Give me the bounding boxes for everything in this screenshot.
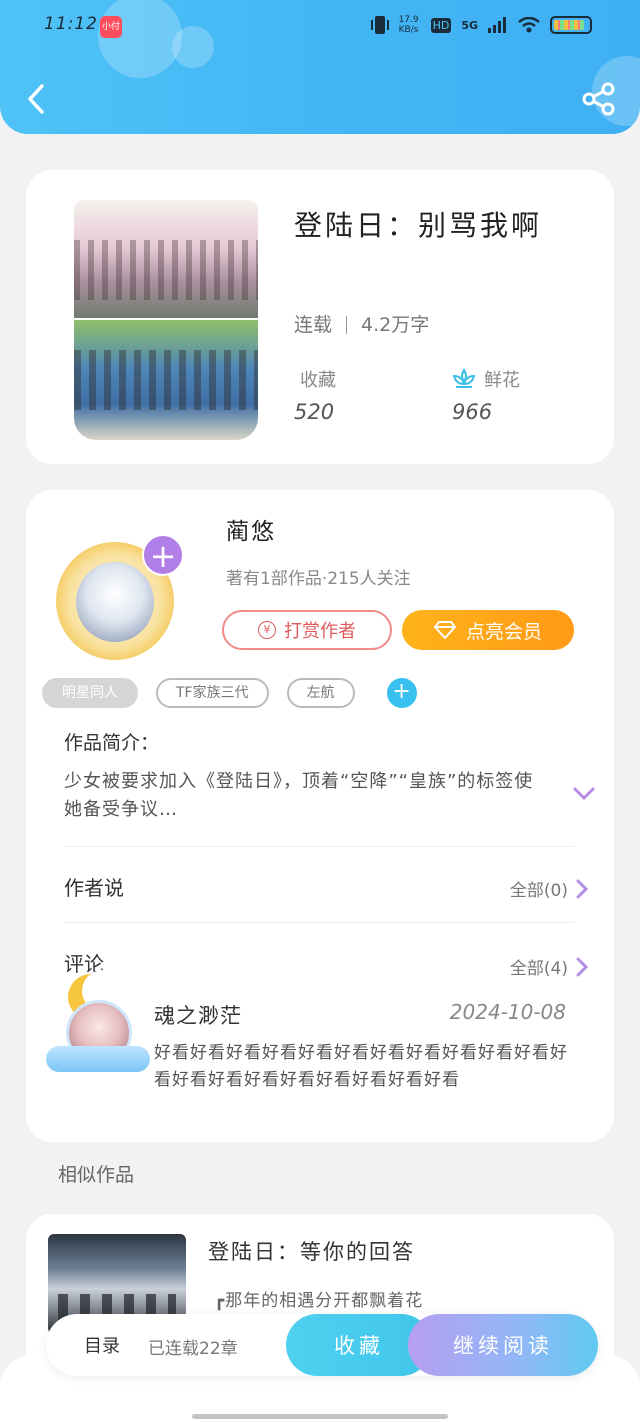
chevron-right-icon bbox=[576, 957, 588, 976]
continue-reading-button[interactable]: 继续阅读 bbox=[408, 1314, 598, 1376]
cover-photo-bottom bbox=[74, 320, 258, 440]
divider bbox=[64, 846, 574, 847]
book-status: 连载 bbox=[294, 314, 333, 336]
author-says-all[interactable]: 全部(0) bbox=[510, 876, 588, 901]
home-indicator[interactable] bbox=[192, 1414, 448, 1419]
toc-button[interactable]: 目录 bbox=[84, 1332, 120, 1358]
book-info-card: 登陆日：别骂我啊 连载 4.2万字 收藏 520 鲜花 966 bbox=[26, 170, 614, 464]
comment-date: 2024-10-08 bbox=[449, 1000, 566, 1024]
word-count: 4.2万字 bbox=[361, 314, 430, 336]
tag-item[interactable]: 左航 bbox=[286, 678, 355, 708]
diamond-icon bbox=[433, 621, 456, 639]
chevron-right-icon bbox=[576, 879, 588, 898]
coin-icon: ¥ bbox=[258, 621, 276, 639]
add-tag-icon[interactable]: + bbox=[386, 678, 417, 708]
bottom-action-bar: 目录 已连载22章 收藏 继续阅读 bbox=[46, 1314, 598, 1376]
cloud-icon bbox=[46, 1046, 150, 1072]
similar-title: 登陆日：等你的回答 bbox=[208, 1240, 415, 1264]
favorites-label: 收藏 bbox=[300, 370, 336, 391]
flowers-stat: 鲜花 bbox=[452, 366, 520, 392]
chevron-down-icon[interactable] bbox=[572, 786, 596, 802]
flowers-value: 966 bbox=[452, 400, 493, 424]
comments-all[interactable]: 全部(4) bbox=[510, 954, 588, 979]
author-says-label: 作者说 bbox=[64, 876, 124, 900]
similar-label: 相似作品 bbox=[58, 1164, 135, 1186]
follow-plus-icon[interactable]: + bbox=[142, 534, 184, 576]
divider bbox=[64, 922, 574, 923]
status-time: 11:12 bbox=[44, 14, 98, 34]
intro-label: 作品简介： bbox=[64, 732, 160, 754]
status-icons: 17.9 KB/s HD 5G bbox=[370, 14, 592, 36]
wifi-icon bbox=[518, 17, 540, 33]
vip-label: 点亮会员 bbox=[465, 620, 542, 643]
net-speed: 17.9 KB/s bbox=[398, 15, 419, 35]
favorites-value: 520 bbox=[294, 400, 335, 424]
comment-text: 好看好看好看好看好看好看好看好看好看好看好看好看好看好看好看好看好看好看好看好看 bbox=[154, 1043, 568, 1090]
hd-badge: HD bbox=[430, 17, 452, 33]
share-icon[interactable] bbox=[582, 82, 616, 116]
reward-author-button[interactable]: ¥ 打赏作者 bbox=[222, 610, 392, 650]
app-badge: 小付 bbox=[100, 16, 122, 38]
tag-item[interactable]: TF家族三代 bbox=[156, 678, 269, 708]
vip-button[interactable]: 点亮会员 bbox=[402, 610, 574, 650]
author-info: 著有1部作品·215人关注 bbox=[226, 569, 411, 589]
comments-count: 全部(4) bbox=[509, 959, 568, 979]
serial-count[interactable]: 已连载22章 bbox=[148, 1334, 238, 1359]
signal-icon bbox=[488, 17, 506, 33]
reward-label: 打赏作者 bbox=[284, 621, 356, 642]
status-bar: 11:12 小付 17.9 KB/s HD 5G bbox=[0, 8, 640, 42]
flowers-label: 鲜花 bbox=[484, 370, 520, 391]
header-bar: 11:12 小付 17.9 KB/s HD 5G bbox=[0, 0, 640, 134]
vibrate-icon bbox=[370, 16, 389, 34]
author-card: + 蔺悠 著有1部作品·215人关注 ¥ 打赏作者 点亮会员 明星同人 TF家族… bbox=[26, 490, 614, 1142]
battery-icon bbox=[550, 16, 592, 34]
avatar bbox=[76, 562, 154, 642]
book-meta: 连载 4.2万字 bbox=[294, 310, 429, 337]
intro-text: 少女被要求加入《登陆日》，顶着“空降”“皇族”的标签使她备受争议… bbox=[64, 771, 534, 820]
author-name[interactable]: 蔺悠 bbox=[226, 512, 276, 546]
tag-list: 明星同人 TF家族三代 左航 + bbox=[42, 678, 417, 708]
lotus-icon bbox=[452, 368, 476, 388]
book-cover[interactable] bbox=[74, 200, 258, 440]
commenter-avatar[interactable] bbox=[40, 970, 150, 1074]
author-avatar[interactable]: + bbox=[50, 534, 188, 664]
cover-photo-top bbox=[74, 200, 258, 318]
network-type: 5G bbox=[461, 18, 478, 32]
author-says-count: 全部(0) bbox=[509, 881, 568, 901]
chevron-left-icon[interactable] bbox=[22, 82, 52, 116]
tag-item[interactable]: 明星同人 bbox=[42, 678, 138, 708]
book-title: 登陆日：别骂我啊 bbox=[294, 209, 543, 242]
commenter-name[interactable]: 魂之渺茫 bbox=[154, 1000, 242, 1030]
similar-desc: ┏那年的相遇分开都飘着花 bbox=[214, 1291, 424, 1311]
